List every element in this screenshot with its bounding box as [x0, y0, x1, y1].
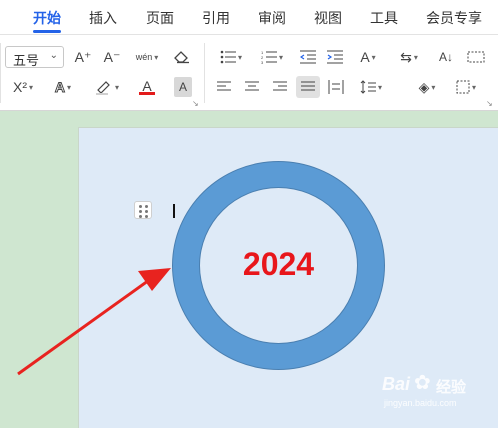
paw-icon: ✿ [414, 372, 431, 394]
watermark-product: 经验 [436, 379, 467, 396]
watermark-url: jingyan.baidu.com [384, 398, 457, 408]
red-arrow-annotation [17, 268, 171, 376]
watermark-brand: Bai [382, 374, 411, 394]
baidu-jingyan-watermark: Bai ✿ 经验 jingyan.baidu.com [382, 370, 492, 416]
